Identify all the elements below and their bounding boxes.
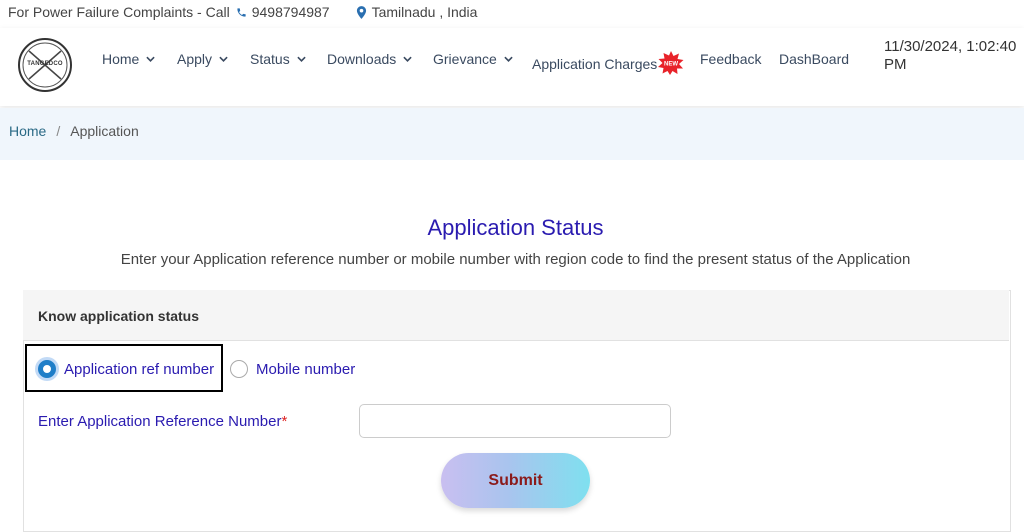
radio-mobile-number[interactable]: Mobile number xyxy=(230,360,355,378)
phone-icon xyxy=(236,7,247,18)
nav-application-charges[interactable]: Application Charges NEW xyxy=(532,51,684,75)
tangedco-logo[interactable]: TANGEDCO xyxy=(17,37,73,93)
new-badge-text: NEW xyxy=(664,62,678,68)
nav-downloads[interactable]: Downloads xyxy=(327,51,412,67)
chevron-down-icon xyxy=(219,56,228,62)
page-subtitle: Enter your Application reference number … xyxy=(120,251,911,268)
chevron-down-icon xyxy=(146,56,156,62)
nav-apply[interactable]: Apply xyxy=(177,51,228,67)
nav-downloads-label: Downloads xyxy=(327,51,397,67)
nav-application-charges-label: Application Charges xyxy=(532,56,658,72)
nav-apply-label: Apply xyxy=(177,51,213,67)
radio-application-ref-number[interactable]: Application ref number xyxy=(38,360,214,378)
nav-status-label: Status xyxy=(250,51,290,67)
submit-button[interactable]: Submit xyxy=(441,453,590,508)
radio-label: Mobile number xyxy=(256,360,356,378)
nav-grievance-label: Grievance xyxy=(433,51,497,67)
location-pin-icon xyxy=(356,5,367,19)
nav-feedback-label: Feedback xyxy=(700,51,762,67)
page-title: Application Status xyxy=(427,215,604,240)
logo-text: TANGEDCO xyxy=(27,61,63,67)
complaint-text: For Power Failure Complaints - Call xyxy=(8,4,230,20)
breadcrumb-band xyxy=(0,108,1024,160)
current-datetime: 11/30/2024, 1:02:40 PM xyxy=(884,38,1017,73)
nav-dashboard[interactable]: DashBoard xyxy=(779,51,849,67)
nav-status[interactable]: Status xyxy=(250,51,306,67)
nav-dashboard-label: DashBoard xyxy=(779,51,850,67)
location-text: Tamilnadu , India xyxy=(371,4,478,20)
nav-home[interactable]: Home xyxy=(102,51,156,67)
radio-button-unselected[interactable] xyxy=(230,360,248,378)
phone-number[interactable]: 9498794987 xyxy=(252,4,330,20)
ref-number-label-text: Enter Application Reference Number xyxy=(38,413,282,430)
breadcrumb: Home / Application xyxy=(9,123,139,139)
ref-number-label: Enter Application Reference Number* xyxy=(38,413,287,430)
nav-feedback[interactable]: Feedback xyxy=(700,51,761,67)
nav-grievance[interactable]: Grievance xyxy=(433,51,513,67)
chevron-down-icon xyxy=(504,56,513,62)
new-badge-icon: NEW xyxy=(658,51,684,75)
card-title: Know application status xyxy=(38,308,200,324)
radio-label: Application ref number xyxy=(64,360,215,378)
chevron-down-icon xyxy=(297,56,306,62)
chevron-down-icon xyxy=(403,56,412,62)
application-ref-number-input[interactable] xyxy=(359,404,671,438)
breadcrumb-current: Application xyxy=(70,123,139,139)
breadcrumb-home-link[interactable]: Home xyxy=(9,123,46,139)
required-mark: * xyxy=(281,413,288,430)
top-info-bar: For Power Failure Complaints - Call 9498… xyxy=(8,4,477,20)
radio-button-selected[interactable] xyxy=(38,360,56,378)
nav-home-label: Home xyxy=(102,51,140,67)
site-header xyxy=(0,28,1024,106)
breadcrumb-separator: / xyxy=(56,123,61,139)
